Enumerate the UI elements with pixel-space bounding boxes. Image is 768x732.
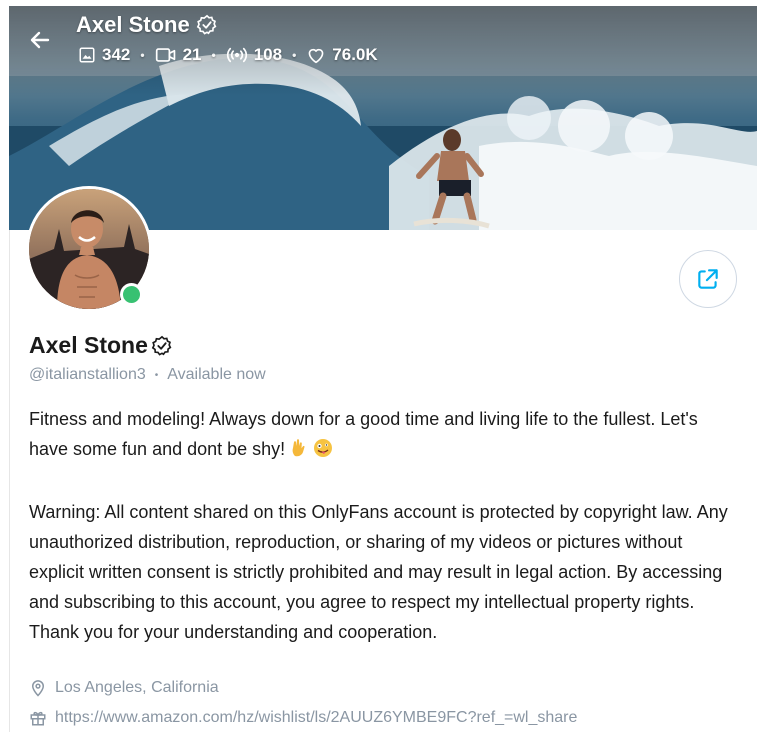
wishlist-link[interactable]: https://www.amazon.com/hz/wishlist/ls/2A… — [55, 709, 577, 727]
availability-status: Available now — [167, 366, 266, 383]
stat-photos-value: 342 — [102, 45, 131, 64]
handle-line: @italianstallion3 • Available now — [29, 366, 266, 384]
online-status-indicator — [120, 283, 143, 306]
stat-photos: 342 — [78, 45, 130, 65]
wishlist-row: https://www.amazon.com/hz/wishlist/ls/2A… — [29, 709, 577, 727]
stat-streams-value: 108 — [253, 45, 283, 64]
back-button[interactable] — [20, 20, 60, 60]
header-stats: 342 • 21 • 108 • 76.0K — [78, 45, 378, 65]
photo-icon — [79, 47, 95, 63]
header-title: Axel Stone — [76, 12, 218, 38]
verified-icon — [196, 14, 217, 35]
stat-separator: • — [140, 48, 145, 62]
stat-streams: 108 — [226, 45, 282, 65]
location-row: Los Angeles, California — [29, 679, 219, 697]
handle-separator: • — [154, 369, 159, 381]
stat-likes-value: 76.0K — [332, 45, 378, 64]
stat-likes: 76.0K — [306, 45, 378, 65]
profile-bio: Fitness and modeling! Always down for a … — [29, 404, 739, 647]
zany-face-emoji-icon — [313, 437, 333, 467]
bio-warning: Warning: All content shared on this Only… — [29, 502, 728, 642]
page-gutter-left — [0, 0, 9, 732]
profile-handle: @italianstallion3 — [29, 366, 146, 383]
back-arrow-icon — [30, 31, 50, 49]
location-pin-icon — [31, 680, 45, 697]
header-name-text: Axel Stone — [76, 12, 190, 37]
location-text: Los Angeles, California — [55, 679, 219, 696]
gift-icon — [30, 711, 46, 726]
profile-name: Axel Stone — [29, 332, 173, 359]
stat-separator: • — [211, 48, 216, 62]
stat-separator: • — [292, 48, 297, 62]
verified-icon — [151, 335, 172, 356]
stat-videos-value: 21 — [182, 45, 202, 64]
page-gutter-right — [757, 0, 768, 732]
share-button[interactable] — [679, 250, 737, 308]
video-icon — [155, 48, 175, 62]
stream-icon — [226, 47, 247, 63]
heart-icon — [308, 48, 324, 64]
bio-spacer — [29, 467, 739, 497]
stat-videos: 21 — [155, 45, 202, 65]
bio-intro-text: Fitness and modeling! Always down for a … — [29, 409, 698, 459]
share-icon — [698, 269, 718, 289]
bio-intro: Fitness and modeling! Always down for a … — [29, 404, 739, 467]
rock-hand-emoji-icon — [289, 437, 309, 467]
profile-name-text: Axel Stone — [29, 332, 148, 358]
